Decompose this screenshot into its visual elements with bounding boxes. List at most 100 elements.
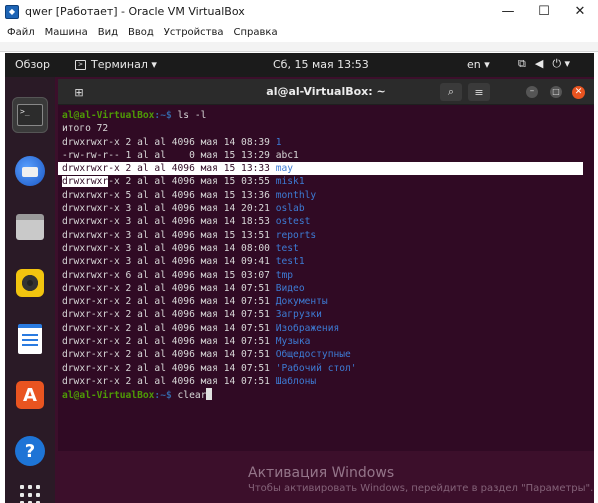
entry-meta: drwxr-xr-x 2 al al 4096 мая 14 07:51 (62, 282, 276, 294)
prompt-path: :~$ (154, 390, 178, 402)
vbox-menubar: Файл Машина Вид Ввод Устройства Справка (0, 23, 598, 42)
power-icon: ⏻ ▾ (552, 57, 571, 70)
ls-entry: drwxr-xr-x 2 al al 4096 мая 14 07:51 Заг… (58, 308, 594, 321)
dock-rhythmbox[interactable] (12, 265, 48, 301)
vbox-separator (0, 42, 598, 52)
entry-name: Музыка (275, 336, 311, 348)
entry-name: oslab (275, 203, 305, 215)
ls-entry: drwxr-xr-x 2 al al 4096 мая 14 07:51 Док… (58, 295, 594, 308)
activities-button[interactable]: Обзор (15, 58, 50, 71)
entry-meta-selected: drwxrwxr (62, 176, 109, 188)
entry-meta: drwxrwxr-x 5 al al 4096 мая 15 13:36 (62, 189, 276, 201)
volume-icon: ◀ (534, 57, 544, 70)
ls-entry: drwxrwxr-x 2 al al 4096 мая 15 13:33 may (58, 162, 583, 176)
entry-meta: drwxrwxr-x 3 al al 4096 мая 14 20:21 (62, 203, 276, 215)
prompt-line: al@al-VirtualBox:~$ clear (58, 388, 594, 401)
entry-name: tmp (275, 269, 294, 281)
dock-writer[interactable] (12, 321, 48, 357)
terminal-headerbar: ⊞ al@al-VirtualBox: ~ ⌕ ≡ – □ ✕ (58, 79, 594, 105)
terminal-window[interactable]: ⊞ al@al-VirtualBox: ~ ⌕ ≡ – □ ✕ al@al-Vi… (58, 79, 594, 451)
entry-meta: -rw-rw-r-- 1 al al 0 мая 15 13:29 (62, 149, 276, 161)
writer-icon (18, 324, 42, 354)
entry-meta: drwxrwxr-x 2 al al 4096 мая 15 13:33 (62, 163, 276, 175)
entry-meta: drwxr-xr-x 2 al al 4096 мая 14 07:51 (62, 322, 276, 334)
dock-files[interactable] (12, 209, 48, 245)
prompt-line: al@al-VirtualBox:~$ ls -l (58, 109, 594, 122)
ls-entry: drwxrwxr-x 3 al al 4096 мая 14 20:21 osl… (58, 202, 594, 215)
ls-entry: drwxrwxr-x 6 al al 4096 мая 15 03:07 tmp (58, 269, 594, 282)
dock: >_ A ? (5, 77, 55, 503)
close-icon[interactable]: ✕ (562, 0, 598, 23)
text-cursor (206, 388, 213, 401)
menu-view[interactable]: Вид (98, 27, 118, 38)
minimize-icon[interactable]: — (490, 0, 526, 23)
dock-software[interactable]: A (12, 377, 48, 413)
ls-entry: drwxrwxr-x 3 al al 4096 мая 14 08:00 tes… (58, 242, 594, 255)
menu-devices[interactable]: Устройства (164, 27, 224, 38)
ls-entry: drwxr-xr-x 2 al al 4096 мая 14 07:51 Муз… (58, 335, 594, 348)
entry-meta: drwxrwxr-x 3 al al 4096 мая 14 08:00 (62, 242, 276, 254)
entry-name: test1 (275, 256, 305, 268)
search-icon[interactable]: ⌕ (440, 83, 462, 101)
ls-entry: -rw-rw-r-- 1 al al 0 мая 15 13:29 abc1 (58, 149, 594, 162)
terminal-icon: >_ (17, 104, 43, 126)
app-menu[interactable]: > Терминал ▾ (75, 58, 157, 71)
language-indicator[interactable]: en ▾ (467, 58, 490, 71)
ls-entry: drwxrwxr-x 5 al al 4096 мая 15 13:36 mon… (58, 189, 594, 202)
prompt-path: :~$ (154, 110, 178, 121)
prompt-user: al@al-VirtualBox (62, 110, 155, 121)
entry-meta-rest: -x 2 al al 4096 мая 15 03:55 (108, 176, 276, 188)
ls-entry: drwxrwxr-x 2 al al 4096 мая 14 08:39 1 (58, 136, 594, 149)
system-tray[interactable]: ⧉ ◀ ⏻ ▾ (518, 57, 570, 71)
entry-meta: drwxrwxr-x 3 al al 4096 мая 14 18:53 (62, 216, 276, 228)
virtualbox-icon: ◆ (5, 4, 19, 19)
dock-terminal[interactable]: >_ (12, 97, 48, 133)
host-window-title: qwer [Работает] - Oracle VM VirtualBox (25, 5, 245, 18)
terminal-title: al@al-VirtualBox: ~ (266, 85, 386, 98)
menu-file[interactable]: Файл (7, 27, 35, 38)
entry-name: 1 (275, 136, 282, 148)
activation-watermark-subtitle: Чтобы активировать Windows, перейдите в … (248, 483, 594, 494)
entry-meta: drwxr-xr-x 2 al al 4096 мая 14 07:51 (62, 362, 276, 374)
terminal-output[interactable]: al@al-VirtualBox:~$ ls -l итого 72 drwxr… (58, 109, 594, 449)
ls-listing: drwxrwxr-x 2 al al 4096 мая 14 08:39 1 -r… (58, 136, 594, 389)
entry-name: monthly (275, 189, 317, 201)
entry-meta: drwxr-xr-x 2 al al 4096 мая 14 07:51 (62, 375, 276, 387)
software-icon: A (16, 381, 44, 409)
gnome-topbar: Обзор > Терминал ▾ Сб, 15 мая 13:53 en ▾… (5, 53, 594, 77)
dock-help[interactable]: ? (12, 433, 48, 469)
ls-entry: drwxr-xr-x 2 al al 4096 мая 14 07:51 Изо… (58, 322, 594, 335)
maximize-icon[interactable]: ☐ (526, 0, 562, 23)
menu-input[interactable]: Ввод (128, 27, 154, 38)
network-icon: ⧉ (518, 57, 526, 70)
command-text: ls -l (177, 110, 207, 121)
dock-thunderbird[interactable] (12, 153, 48, 189)
entry-name: Загрузки (275, 309, 322, 321)
menu-machine[interactable]: Машина (45, 27, 88, 38)
host-titlebar: ◆ qwer [Работает] - Oracle VM VirtualBox… (0, 0, 598, 23)
clock[interactable]: Сб, 15 мая 13:53 (273, 58, 369, 71)
entry-meta: drwxr-xr-x 2 al al 4096 мая 14 07:51 (62, 296, 276, 308)
terminal-maximize-icon[interactable]: □ (550, 86, 562, 98)
command-text: clear (177, 390, 207, 402)
entry-name: reports (275, 229, 317, 241)
hamburger-menu-icon[interactable]: ≡ (468, 83, 490, 101)
activation-watermark-title: Активация Windows (248, 465, 395, 481)
ls-entry: drwxr-xr-x 2 al al 4096 мая 14 07:51 Шаб… (58, 375, 594, 388)
show-applications-button[interactable] (12, 477, 48, 503)
app-menu-label: Терминал ▾ (91, 58, 157, 71)
thunderbird-icon (15, 156, 45, 186)
help-icon: ? (15, 436, 45, 466)
entry-meta: drwxr-xr-x 2 al al 4096 мая 14 07:51 (62, 336, 276, 348)
menu-help[interactable]: Справка (234, 27, 278, 38)
entry-meta: drwxrwxr-x 6 al al 4096 мая 15 03:07 (62, 269, 276, 281)
ls-entry: drwxr-xr-x 2 al al 4096 мая 14 07:51 Вид… (58, 282, 594, 295)
terminal-close-icon[interactable]: ✕ (572, 86, 585, 99)
ls-entry: drwxr-xr-x 2 al al 4096 мая 14 07:51 'Ра… (58, 362, 594, 375)
entry-name: Общедоступные (275, 349, 351, 361)
total-line: итого 72 (62, 123, 109, 135)
entry-meta: drwxr-xr-x 2 al al 4096 мая 14 07:51 (62, 349, 276, 361)
entry-name: misk1 (275, 176, 305, 188)
entry-meta: drwxrwxr-x 2 al al 4096 мая 14 08:39 (62, 136, 276, 148)
terminal-minimize-icon[interactable]: – (526, 86, 538, 98)
